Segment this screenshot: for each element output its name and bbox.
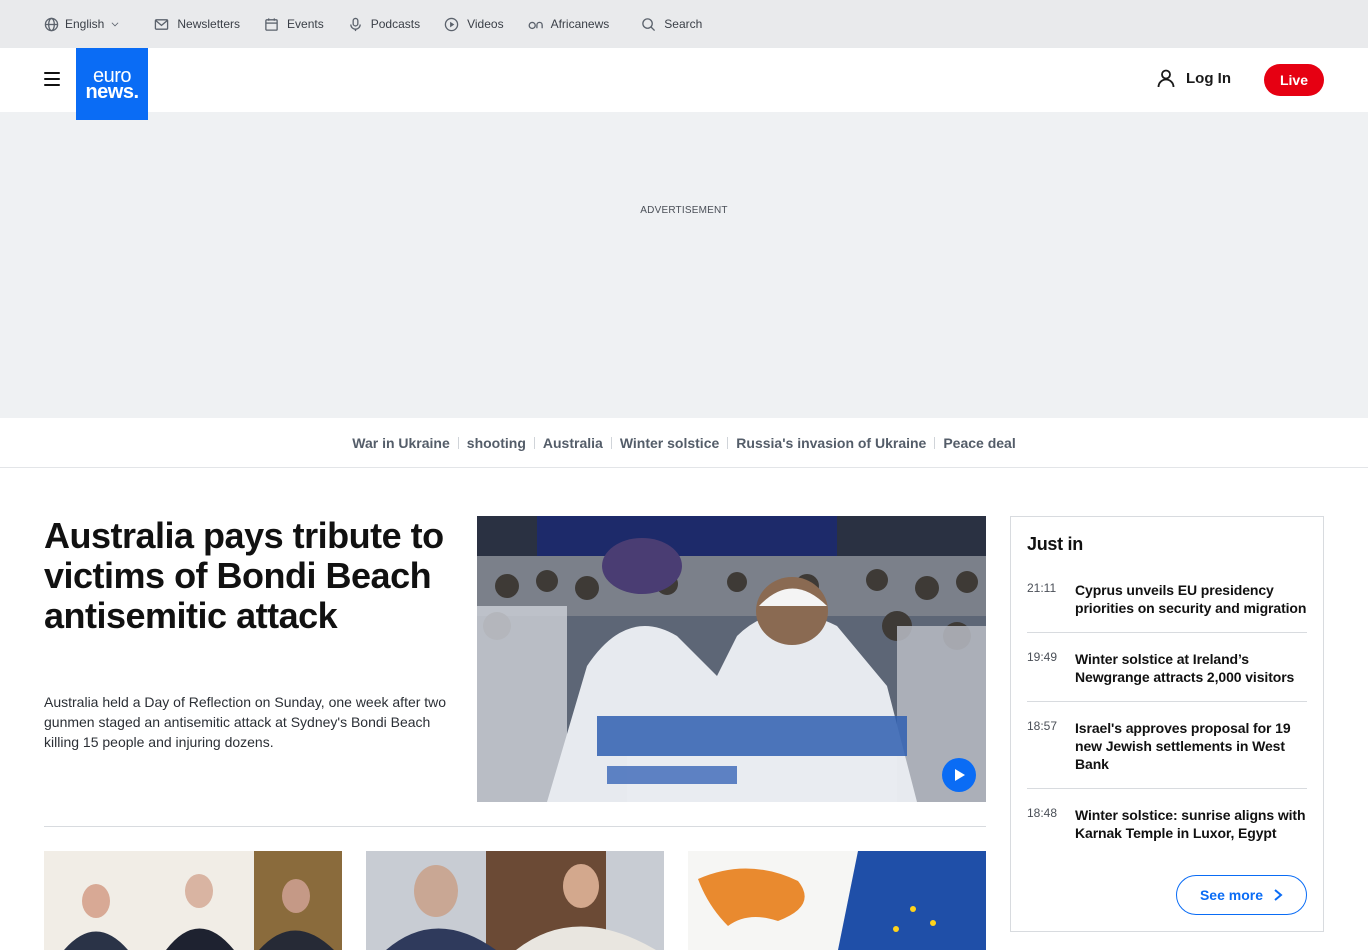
- just-in-time: 21:11: [1027, 581, 1057, 595]
- search-label: Search: [664, 17, 703, 31]
- africanews-link[interactable]: Africanews: [528, 17, 610, 32]
- events-label: Events: [287, 17, 324, 31]
- videos-label: Videos: [467, 17, 504, 31]
- menu-icon[interactable]: [44, 72, 60, 86]
- just-in-item[interactable]: 18:48 Winter solstice: sunrise aligns wi…: [1027, 806, 1307, 858]
- utility-bar: English Newsletters Events Podcasts Vide…: [0, 0, 1368, 48]
- just-in-item[interactable]: 21:11 Cyprus unveils EU presidency prior…: [1027, 581, 1307, 633]
- play-icon: [955, 769, 965, 781]
- just-in-item[interactable]: 18:57 Israel's approves proposal for 19 …: [1027, 719, 1307, 789]
- just-in-time: 19:49: [1027, 650, 1058, 664]
- live-button[interactable]: Live: [1264, 64, 1324, 96]
- podcasts-label: Podcasts: [370, 17, 421, 31]
- lead-story-summary: Australia held a Day of Reflection on Su…: [44, 694, 447, 750]
- just-in-time: 18:57: [1027, 719, 1058, 733]
- just-in-time: 18:48: [1027, 806, 1058, 820]
- newsletters-link[interactable]: Newsletters: [154, 17, 240, 32]
- just-in-headline[interactable]: Winter solstice: sunrise aligns with Kar…: [1075, 806, 1307, 842]
- play-video-button[interactable]: [942, 758, 976, 792]
- mail-icon: [155, 18, 169, 30]
- lead-story-headline[interactable]: Australia pays tribute to victims of Bon…: [44, 516, 454, 636]
- play-circle-icon: [444, 17, 459, 31]
- topic-link[interactable]: shooting: [459, 435, 534, 451]
- newsletters-label: Newsletters: [177, 17, 241, 31]
- microphone-icon: [349, 17, 361, 31]
- language-selector[interactable]: English: [44, 17, 120, 32]
- site-header: euro news. Log In Live: [0, 48, 1368, 120]
- calendar-icon: [265, 17, 278, 31]
- advertisement-slot: ADVERTISEMENT: [0, 112, 1368, 418]
- section-divider: [44, 826, 986, 827]
- lead-story-image[interactable]: [477, 516, 986, 802]
- topic-link[interactable]: Russia's invasion of Ukraine: [728, 435, 934, 451]
- videos-link[interactable]: Videos: [444, 17, 504, 32]
- trending-topics-bar: War in Ukraine shooting Australia Winter…: [0, 418, 1368, 468]
- story-thumbnail[interactable]: [44, 851, 342, 950]
- story-thumbnail[interactable]: [688, 851, 986, 950]
- language-label: English: [65, 17, 105, 31]
- chevron-down-icon: [111, 22, 119, 27]
- events-link[interactable]: Events: [264, 17, 324, 32]
- story-thumbnail[interactable]: [366, 851, 664, 950]
- user-icon: [1157, 69, 1175, 88]
- africanews-icon: [528, 21, 543, 29]
- topic-link[interactable]: Winter solstice: [612, 435, 727, 451]
- just-in-headline[interactable]: Israel's approves proposal for 19 new Je…: [1075, 719, 1307, 773]
- logo-text-bottom: news.: [85, 81, 139, 103]
- topic-link[interactable]: War in Ukraine: [344, 435, 458, 451]
- search-button[interactable]: Search: [641, 17, 702, 32]
- see-more-button[interactable]: See more: [1176, 875, 1307, 915]
- topic-link[interactable]: Peace deal: [935, 435, 1023, 451]
- login-button[interactable]: Log In: [1156, 68, 1231, 88]
- just-in-headline[interactable]: Winter solstice at Ireland’s Newgrange a…: [1075, 650, 1307, 686]
- just-in-panel: Just in 21:11 Cyprus unveils EU presiden…: [1010, 516, 1324, 932]
- podcasts-link[interactable]: Podcasts: [348, 17, 420, 32]
- euronews-logo[interactable]: euro news.: [76, 48, 148, 120]
- globe-icon: [44, 17, 59, 31]
- chevron-right-icon: [1274, 889, 1283, 901]
- just-in-headline[interactable]: Cyprus unveils EU presidency priorities …: [1075, 581, 1307, 617]
- just-in-title: Just in: [1027, 534, 1083, 554]
- africanews-label: Africanews: [550, 17, 610, 31]
- search-icon: [642, 17, 656, 31]
- topic-link[interactable]: Australia: [535, 435, 611, 451]
- login-label: Log In: [1186, 69, 1231, 87]
- just-in-item[interactable]: 19:49 Winter solstice at Ireland’s Newgr…: [1027, 650, 1307, 702]
- see-more-label: See more: [1199, 887, 1264, 903]
- advertisement-label: ADVERTISEMENT: [640, 205, 728, 216]
